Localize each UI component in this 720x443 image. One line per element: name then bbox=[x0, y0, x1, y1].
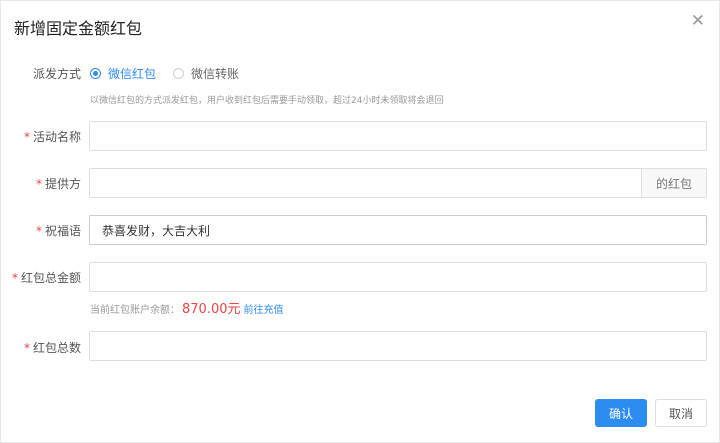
required-mark: * bbox=[35, 224, 42, 238]
blessing-label: * 祝福语 bbox=[1, 222, 81, 239]
blessing-label-text: 祝福语 bbox=[44, 224, 81, 238]
radio-dot-unchecked-icon bbox=[173, 68, 184, 79]
blessing-value: 恭喜发财，大吉大利 bbox=[102, 223, 211, 238]
radio-wechat-transfer[interactable]: 微信转账 bbox=[173, 65, 239, 82]
dialog: 新增固定金额红包 ✕ 派发方式 微信红包 微信转账 以微信红包的方式派发红包，用… bbox=[0, 0, 720, 443]
radio-label: 微信转账 bbox=[191, 67, 240, 81]
method-label-text: 派发方式 bbox=[32, 67, 81, 81]
blessing-input[interactable]: 恭喜发财，大吉大利 bbox=[89, 215, 707, 245]
required-mark: * bbox=[23, 341, 30, 355]
balance-text: 当前红包账户余额： bbox=[90, 305, 180, 316]
required-mark: * bbox=[35, 177, 42, 191]
provider-label-text: 提供方 bbox=[44, 177, 81, 191]
total-count-label-text: 红包总数 bbox=[32, 341, 81, 355]
confirm-button[interactable]: 确认 bbox=[595, 399, 647, 427]
radio-dot-checked-icon bbox=[90, 68, 101, 79]
total-amount-label-text: 红包总金额 bbox=[20, 271, 81, 285]
radio-label: 微信红包 bbox=[108, 67, 157, 81]
provider-suffix: 的红包 bbox=[641, 169, 706, 197]
activity-name-label: * 活动名称 bbox=[1, 128, 81, 145]
recharge-link[interactable]: 前往充值 bbox=[244, 301, 284, 316]
radio-wechat-redpacket[interactable]: 微信红包 bbox=[90, 65, 156, 82]
balance-row: 当前红包账户余额： 870.00元 前往充值 bbox=[90, 298, 284, 317]
method-hint: 以微信红包的方式派发红包，用户收到红包后需要手动领取，超过24小时未领取将会退回 bbox=[90, 96, 444, 106]
required-mark: * bbox=[23, 130, 30, 144]
total-amount-label: * 红包总金额 bbox=[1, 269, 81, 286]
activity-name-input[interactable] bbox=[89, 121, 707, 151]
total-count-label: * 红包总数 bbox=[1, 339, 81, 356]
balance-amount: 870.00元 bbox=[182, 302, 241, 317]
required-mark: * bbox=[11, 271, 18, 285]
activity-name-label-text: 活动名称 bbox=[32, 130, 81, 144]
cancel-button[interactable]: 取消 bbox=[655, 399, 707, 427]
method-label: 派发方式 bbox=[1, 65, 81, 82]
close-icon[interactable]: ✕ bbox=[691, 13, 705, 30]
total-count-input[interactable] bbox=[89, 331, 707, 361]
dialog-title: 新增固定金额红包 bbox=[14, 19, 143, 38]
provider-label: * 提供方 bbox=[1, 175, 81, 192]
provider-input[interactable]: 的红包 bbox=[89, 168, 707, 198]
total-amount-input[interactable] bbox=[89, 262, 707, 292]
